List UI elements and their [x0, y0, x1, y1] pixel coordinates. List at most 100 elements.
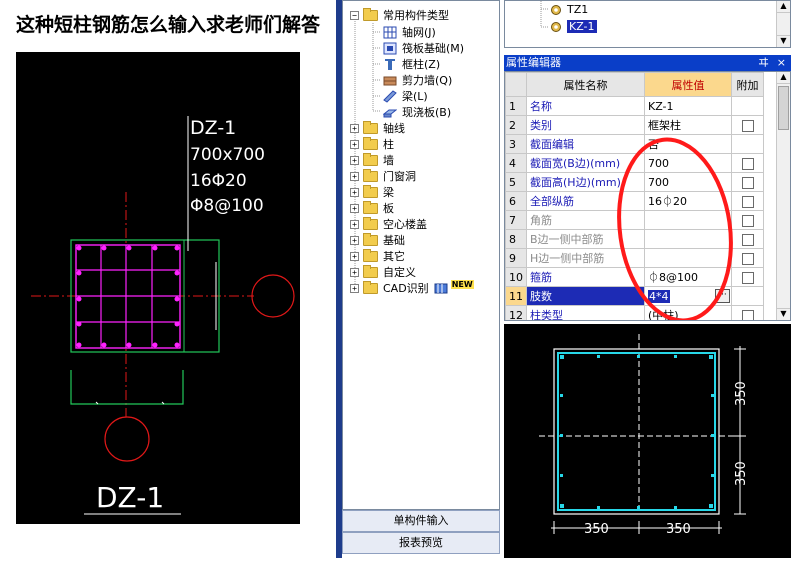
list-item[interactable]: TZ1	[550, 3, 588, 16]
grid-icon	[383, 26, 397, 38]
property-row[interactable]: 12 柱类型 (中柱)	[505, 305, 764, 320]
folder-icon	[363, 280, 378, 294]
expand-toggle[interactable]: +	[350, 139, 359, 149]
property-name: 柱类型	[526, 305, 645, 320]
property-name: 箍筋	[526, 267, 645, 287]
dim-vertical-top-text: 350	[734, 381, 749, 406]
list-item-selected[interactable]: KZ-1	[550, 20, 597, 33]
property-value[interactable]	[644, 229, 732, 249]
tree-group-custom[interactable]: + 自定义	[350, 264, 416, 280]
row-index: 4	[505, 153, 527, 173]
expand-toggle[interactable]: +	[350, 267, 359, 277]
property-value[interactable]: 700	[644, 153, 732, 173]
tree-group-hollow-floor[interactable]: + 空心楼盖	[350, 216, 427, 232]
additional-checkbox[interactable]	[741, 119, 754, 132]
expand-toggle[interactable]: +	[350, 171, 359, 181]
property-row[interactable]: 3 截面编辑否	[505, 134, 764, 154]
tree-group-cad-recognition[interactable]: + CAD识别 NEW	[350, 279, 474, 296]
section-outline	[553, 348, 720, 515]
additional-checkbox[interactable]	[741, 271, 754, 284]
additional-checkbox[interactable]	[741, 195, 754, 208]
property-row[interactable]: 5 截面高(H边)(mm) 700	[505, 172, 764, 192]
expand-toggle[interactable]: +	[350, 123, 359, 133]
property-row[interactable]: 10 箍筋 ⏀8@100	[505, 267, 764, 287]
property-row[interactable]: 6 全部纵筋 16⏀20	[505, 191, 764, 211]
expand-toggle[interactable]: +	[350, 187, 359, 197]
property-value[interactable]: KZ-1	[644, 96, 732, 116]
property-value[interactable]: 700	[644, 172, 732, 192]
expand-toggle[interactable]: +	[350, 251, 359, 261]
scroll-up-arrow[interactable]: ▲	[777, 72, 790, 84]
additional-checkbox[interactable]	[741, 233, 754, 246]
additional-cell	[731, 134, 764, 154]
property-row[interactable]: 2 类别 框架柱	[505, 115, 764, 135]
stirrup-ties	[76, 245, 180, 348]
property-value[interactable]	[644, 210, 732, 230]
property-row[interactable]: 11 肢数 4*4 ···	[505, 286, 764, 306]
expand-toggle[interactable]: +	[350, 203, 359, 213]
expand-toggle[interactable]: +	[350, 283, 359, 293]
property-value[interactable]: 框架柱	[644, 115, 732, 135]
expand-toggle[interactable]: +	[350, 235, 359, 245]
expand-toggle[interactable]: +	[350, 219, 359, 229]
folder-icon	[363, 7, 378, 21]
tree-group-beam[interactable]: + 梁	[350, 184, 394, 200]
scroll-thumb[interactable]	[778, 86, 789, 130]
ellipsis-button[interactable]: ···	[715, 289, 730, 303]
property-value[interactable]	[644, 248, 732, 268]
property-row[interactable]: 8 B边一侧中部筋	[505, 229, 764, 249]
single-component-input-button[interactable]: 单构件输入	[342, 510, 500, 532]
tree-item-column[interactable]: 框柱(Z)	[383, 56, 441, 72]
tree-item-beam[interactable]: 梁(L)	[383, 88, 428, 104]
additional-cell	[731, 248, 764, 268]
tree-item-shear-wall[interactable]: 剪力墙(Q)	[383, 72, 452, 88]
axis-bubble-right	[251, 274, 295, 318]
property-value[interactable]: 否	[644, 134, 732, 154]
property-row[interactable]: 9 H边一侧中部筋	[505, 248, 764, 268]
expand-toggle[interactable]: +	[350, 155, 359, 165]
tree-group-axis[interactable]: + 轴线	[350, 120, 405, 136]
component-list: TZ1 KZ-1 ▲ ▼	[504, 0, 791, 48]
tree-item-raft[interactable]: 筏板基础(M)	[383, 40, 464, 56]
tree-group-other[interactable]: + 其它	[350, 248, 405, 264]
property-row[interactable]: 7 角筋	[505, 210, 764, 230]
label-column-name: DZ-1	[190, 117, 236, 139]
scroll-down-arrow[interactable]: ▼	[777, 35, 790, 47]
property-row[interactable]: 4 截面宽(B边)(mm) 700	[505, 153, 764, 173]
property-value-text[interactable]: 4*4	[648, 289, 670, 303]
property-value[interactable]: 4*4 ···	[644, 286, 732, 306]
tree-group-foundation[interactable]: + 基础	[350, 232, 405, 248]
tree-group-slab[interactable]: + 板	[350, 200, 394, 216]
collapse-toggle[interactable]: −	[350, 10, 359, 20]
tree-item-slab[interactable]: 现浇板(B)	[383, 104, 451, 120]
additional-checkbox[interactable]	[741, 252, 754, 265]
additional-checkbox[interactable]	[741, 157, 754, 170]
property-name: H边一侧中部筋	[526, 248, 645, 268]
bottom-label: DZ-1	[96, 481, 164, 514]
property-scrollbar[interactable]: ▲ ▼	[776, 72, 790, 320]
property-name: 截面宽(B边)(mm)	[526, 153, 645, 173]
additional-checkbox[interactable]	[741, 176, 754, 189]
property-value[interactable]: (中柱)	[644, 305, 732, 320]
row-index: 8	[505, 229, 527, 249]
tree-root[interactable]: − 常用构件类型	[350, 7, 449, 23]
folder-icon	[363, 264, 378, 278]
tree-group-column[interactable]: + 柱	[350, 136, 394, 152]
property-name: 截面编辑	[526, 134, 645, 154]
scroll-up-arrow[interactable]: ▲	[777, 1, 790, 13]
additional-checkbox[interactable]	[741, 214, 754, 227]
property-row[interactable]: 1 名称 KZ-1	[505, 96, 764, 116]
tree-group-wall[interactable]: + 墙	[350, 152, 394, 168]
property-value[interactable]: ⏀8@100	[644, 267, 732, 287]
pin-icon[interactable]: ヰ	[758, 55, 769, 71]
additional-checkbox[interactable]	[741, 309, 754, 320]
scroll-down-arrow[interactable]: ▼	[777, 308, 790, 320]
close-icon[interactable]: ×	[777, 55, 786, 71]
cad-drawing-left: DZ-1 700x700 16Φ20 Φ8@100 DZ-1	[16, 52, 300, 524]
list-scrollbar[interactable]: ▲ ▼	[776, 1, 790, 47]
tree-group-openings[interactable]: + 门窗洞	[350, 168, 416, 184]
report-preview-button[interactable]: 报表预览	[342, 532, 500, 554]
tree-item-grid[interactable]: 轴网(J)	[383, 24, 436, 40]
property-value[interactable]: 16⏀20	[644, 191, 732, 211]
question-heading: 这种短柱钢筋怎么输入求老师们解答	[16, 14, 321, 36]
